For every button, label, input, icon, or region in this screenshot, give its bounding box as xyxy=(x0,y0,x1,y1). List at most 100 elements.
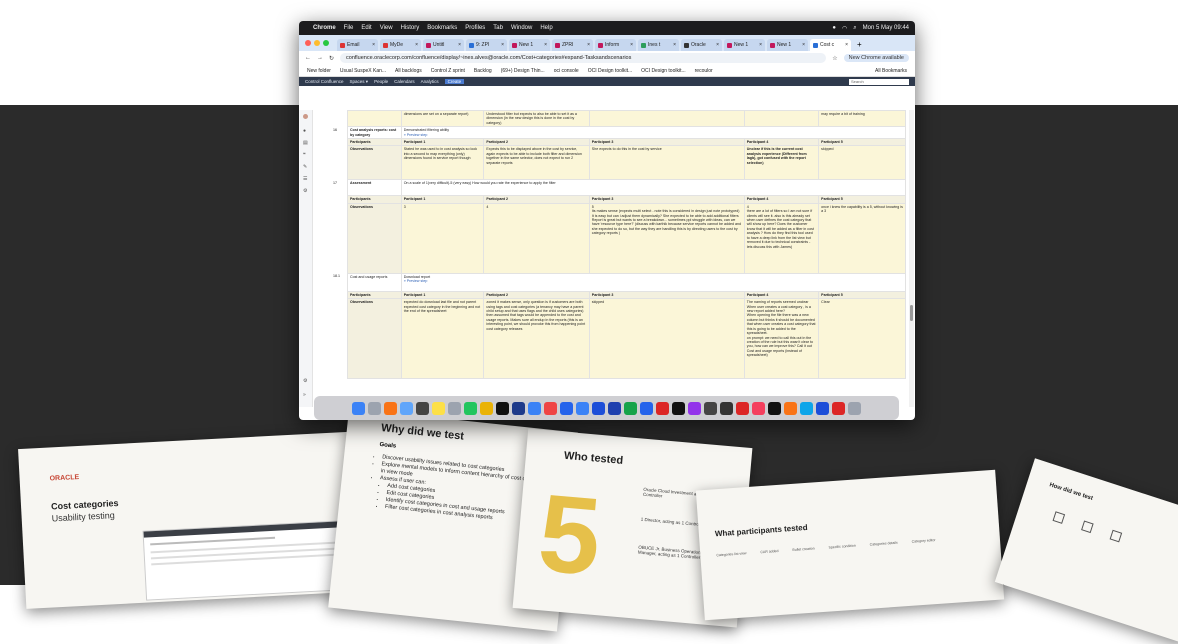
maximize-window-button[interactable] xyxy=(323,40,329,46)
close-tab-icon[interactable]: × xyxy=(501,42,504,48)
chrome-update-button[interactable]: New Chrome available xyxy=(843,54,909,62)
nav-calendars[interactable]: Calendars xyxy=(394,79,415,84)
dock-app-icon[interactable] xyxy=(352,401,365,415)
dock-app-icon[interactable] xyxy=(384,401,397,415)
menu-edit[interactable]: Edit xyxy=(361,25,371,31)
close-tab-icon[interactable]: × xyxy=(587,42,590,48)
menu-window[interactable]: Window xyxy=(511,25,532,31)
bookmark-item[interactable]: Backlog xyxy=(474,68,492,74)
bookmark-item[interactable]: recoulor xyxy=(695,68,713,74)
edit-icon[interactable]: ✎ xyxy=(303,164,308,170)
dock-app-icon[interactable] xyxy=(560,401,573,415)
scrollbar[interactable] xyxy=(909,110,914,407)
browser-tab[interactable]: ZPRI × xyxy=(552,39,593,51)
dock-app-icon[interactable] xyxy=(816,401,829,415)
dock-app-icon[interactable] xyxy=(496,401,509,415)
url-field[interactable]: confluence.oraclecorp.com/confluence/dis… xyxy=(340,53,827,63)
close-tab-icon[interactable]: × xyxy=(544,42,547,48)
dock-app-icon[interactable] xyxy=(736,401,749,415)
search-input[interactable]: Search xyxy=(849,78,909,85)
dock-app-icon[interactable] xyxy=(480,401,493,415)
browser-tab[interactable]: New 1 × xyxy=(509,39,550,51)
close-tab-icon[interactable]: × xyxy=(673,42,676,48)
close-tab-icon[interactable]: × xyxy=(716,42,719,48)
menu-history[interactable]: History xyxy=(401,25,420,31)
browser-tab[interactable]: New 1 × xyxy=(767,39,808,51)
menu-profiles[interactable]: Profiles xyxy=(465,25,485,31)
dock-app-icon[interactable] xyxy=(528,401,541,415)
dock-app-icon[interactable] xyxy=(512,401,525,415)
dock-app-icon[interactable] xyxy=(704,401,717,415)
nav-people[interactable]: People xyxy=(374,79,388,84)
collapse-icon[interactable]: » xyxy=(303,392,308,398)
dock-app-icon[interactable] xyxy=(800,401,813,415)
nav-spaces[interactable]: Spaces ▾ xyxy=(350,79,369,85)
menu-tab[interactable]: Tab xyxy=(493,25,503,31)
browser-tab[interactable]: Inform × xyxy=(595,39,636,51)
browser-tab[interactable]: Untitl × xyxy=(423,39,464,51)
dock-app-icon[interactable] xyxy=(368,401,381,415)
dock-app-icon[interactable] xyxy=(640,401,653,415)
bookmark-item[interactable]: All Bookmarks xyxy=(875,68,907,74)
scroll-thumb[interactable] xyxy=(910,305,913,321)
dock-app-icon[interactable] xyxy=(784,401,797,415)
avatar[interactable] xyxy=(303,114,308,119)
menu-bookmarks[interactable]: Bookmarks xyxy=(427,25,457,31)
dock-app-icon[interactable] xyxy=(544,401,557,415)
user-icon[interactable]: ● xyxy=(303,128,308,134)
page-icon[interactable]: ▤ xyxy=(303,140,308,146)
dock-app-icon[interactable] xyxy=(848,401,861,415)
nav-analytics[interactable]: Analytics xyxy=(421,79,439,84)
browser-tab[interactable]: MyDe × xyxy=(380,39,421,51)
browser-tab[interactable]: Ines t × xyxy=(638,39,679,51)
confluence-logo[interactable]: Control Confluence xyxy=(305,79,344,84)
bookmark-item[interactable]: New folder xyxy=(307,68,331,74)
menu-file[interactable]: File xyxy=(344,25,354,31)
browser-tab[interactable]: New 1 × xyxy=(724,39,765,51)
dock-app-icon[interactable] xyxy=(608,401,621,415)
search-icon[interactable]: ⌕ xyxy=(853,25,856,32)
status-icon[interactable]: ● xyxy=(832,25,836,31)
dock-app-icon[interactable] xyxy=(752,401,765,415)
list-icon[interactable]: ☰ xyxy=(303,176,308,182)
close-window-button[interactable] xyxy=(305,40,311,46)
dock-app-icon[interactable] xyxy=(576,401,589,415)
browser-tab[interactable]: Oracle × xyxy=(681,39,722,51)
bookmark-item[interactable]: (69+) Design Thin... xyxy=(501,68,545,74)
clock[interactable]: Mon 5 May 09:44 xyxy=(863,25,909,31)
forward-icon[interactable]: → xyxy=(317,55,323,61)
dock-app-icon[interactable] xyxy=(688,401,701,415)
reload-icon[interactable]: ↻ xyxy=(329,55,334,62)
bookmark-item[interactable]: OCI Design toolkit... xyxy=(588,68,632,74)
dock-app-icon[interactable] xyxy=(656,401,669,415)
menu-view[interactable]: View xyxy=(380,25,393,31)
dock-app-icon[interactable] xyxy=(448,401,461,415)
preview-step-link[interactable]: » Preview step xyxy=(404,133,428,137)
dock-app-icon[interactable] xyxy=(464,401,477,415)
back-icon[interactable]: ← xyxy=(305,55,311,61)
close-tab-icon[interactable]: × xyxy=(372,42,375,48)
close-tab-icon[interactable]: × xyxy=(802,42,805,48)
browser-tab[interactable]: 9: ZPI × xyxy=(466,39,507,51)
dock-app-icon[interactable] xyxy=(720,401,733,415)
close-tab-icon[interactable]: × xyxy=(759,42,762,48)
close-tab-icon[interactable]: × xyxy=(845,42,848,48)
minimize-window-button[interactable] xyxy=(314,40,320,46)
create-button[interactable]: Create xyxy=(444,79,465,84)
dock-app-icon[interactable] xyxy=(672,401,685,415)
bookmark-item[interactable]: Control Z sprint xyxy=(431,68,465,74)
dock-app-icon[interactable] xyxy=(400,401,413,415)
bookmark-item[interactable]: Usual SuspeX Kan... xyxy=(340,68,386,74)
close-tab-icon[interactable]: × xyxy=(630,42,633,48)
new-tab-button[interactable]: + xyxy=(853,40,866,51)
dock-app-icon[interactable] xyxy=(768,401,781,415)
dock-app-icon[interactable] xyxy=(624,401,637,415)
menu-help[interactable]: Help xyxy=(540,25,552,31)
dock-app-icon[interactable] xyxy=(592,401,605,415)
menu-chrome[interactable]: Chrome xyxy=(313,25,336,31)
browser-tab[interactable]: Cost c × xyxy=(810,39,851,51)
bookmark-item[interactable]: OCI Design toolkit... xyxy=(641,68,685,74)
quote-icon[interactable]: ❝ xyxy=(303,152,308,158)
preview-step-link[interactable]: » Preview step xyxy=(404,279,428,283)
dock-app-icon[interactable] xyxy=(432,401,445,415)
